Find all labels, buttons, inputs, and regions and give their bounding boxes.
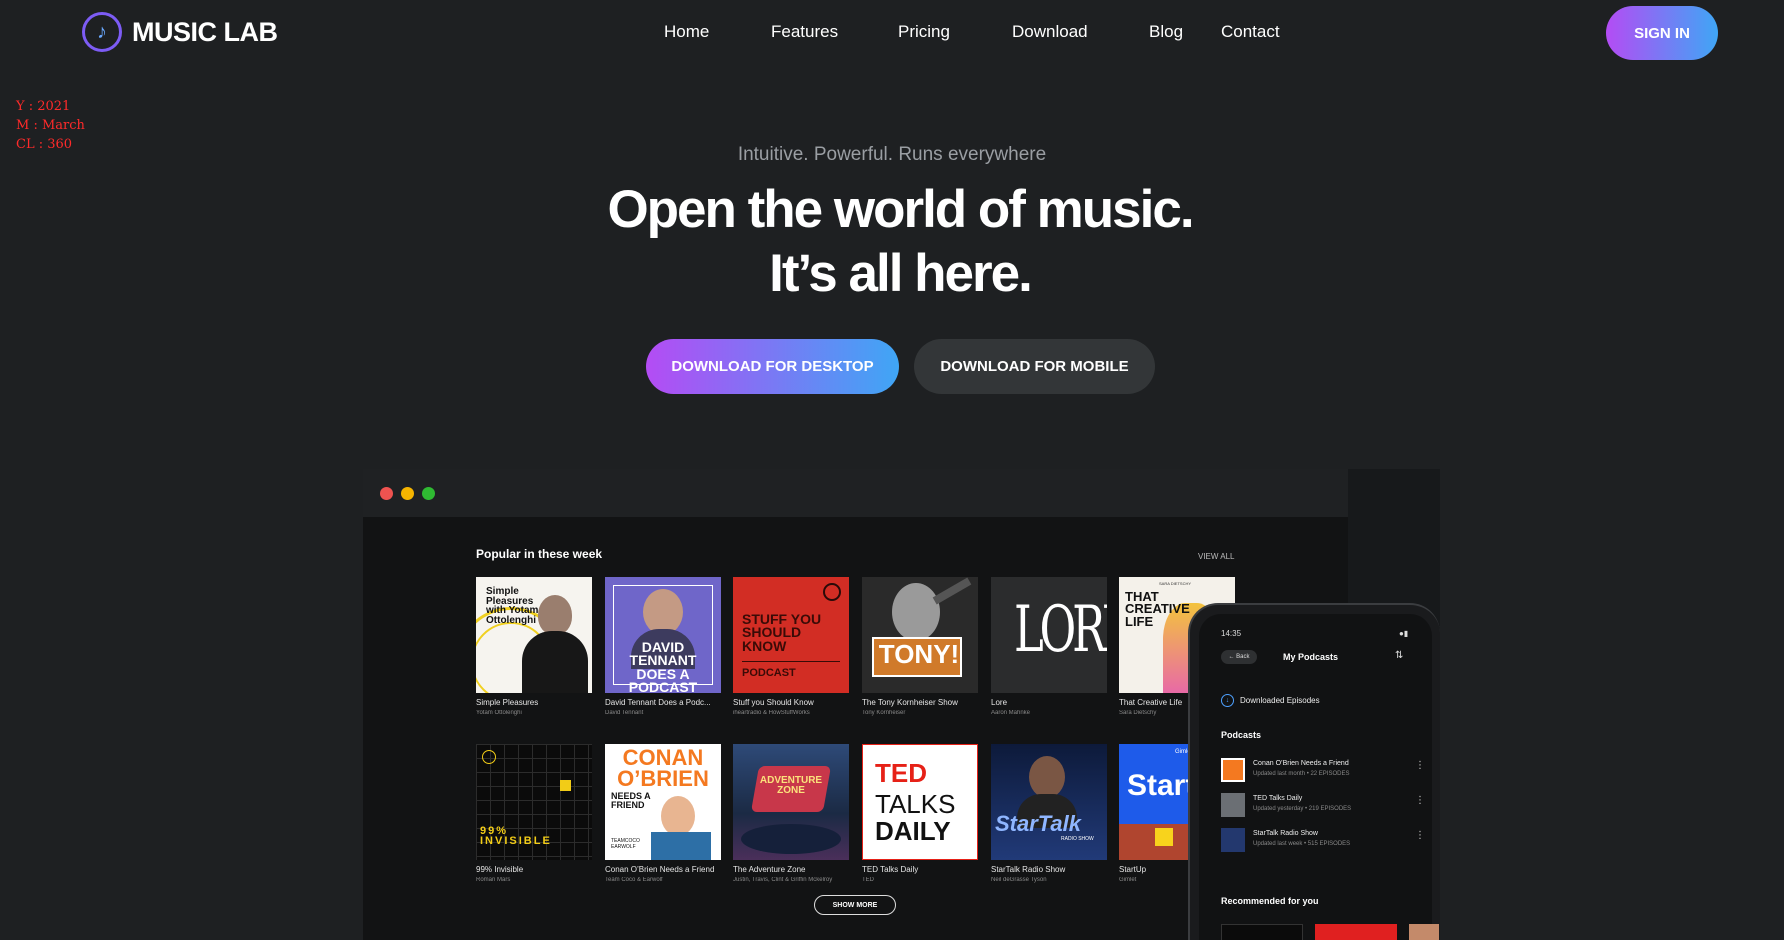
podcast-card[interactable]: CONAN O’BRIEN NEEDS A FRIEND TEAMCOCO EA…: [605, 744, 721, 883]
close-dot-icon: [380, 487, 393, 500]
status-icons: ●▮: [1399, 629, 1409, 638]
card-title: Conan O’Brien Needs a Friend: [605, 865, 715, 874]
more-vertical-icon[interactable]: ⋮: [1415, 760, 1425, 771]
phone-time: 14:35: [1221, 629, 1242, 638]
cover-david-tennant: DAVID TENNANT DOES A PODCAST WITH...: [605, 577, 721, 693]
phone-mockup: 14:35 ●▮ ← Back My Podcasts ⇅ ↓ Download…: [1188, 603, 1440, 940]
phone-title: My Podcasts: [1283, 652, 1339, 662]
download-icon: ↓: [1221, 694, 1234, 707]
podcast-card[interactable]: StarTalk RADIO SHOW StarTalk Radio Show …: [991, 744, 1107, 883]
music-note-icon: ♪: [82, 12, 122, 52]
card-author: Justin, Travis, Clint & Griffin Mckelroy: [733, 877, 833, 883]
recommended-heading: Recommended for you: [1221, 896, 1319, 906]
card-author: David Tennant: [605, 710, 644, 716]
hero-title-line2: It’s all here.: [769, 244, 1033, 303]
annotation-month: M : March: [16, 118, 85, 133]
card-title: Simple Pleasures: [476, 698, 539, 707]
podcast-thumb: [1221, 758, 1245, 782]
card-author: iheartradio & HowStuffWorks: [733, 710, 810, 716]
podcast-card[interactable]: TONY! The Tony Kornheiser Show Tony Korn…: [862, 577, 978, 716]
podcast-card[interactable]: LORE Lore Aaron Mahnke: [991, 577, 1107, 716]
arrow-left-icon: ←: [1228, 654, 1237, 660]
card-title: TED Talks Daily: [862, 865, 919, 874]
podcast-thumb: [1221, 828, 1245, 852]
card-title: StarTalk Radio Show: [991, 865, 1066, 874]
card-author: Aaron Mahnke: [991, 710, 1031, 716]
nav-features[interactable]: Features: [771, 22, 838, 42]
cover-lore: LORE: [991, 577, 1107, 693]
annotation-year: Y : 2021: [16, 99, 71, 114]
maximize-dot-icon: [422, 487, 435, 500]
cover-adventure-zone: ADVENTURE ZONE: [733, 744, 849, 860]
recommended-thumb[interactable]: [1409, 924, 1439, 940]
show-more-button[interactable]: SHOW MORE: [814, 895, 896, 915]
download-mobile-button[interactable]: DOWNLOAD FOR MOBILE: [914, 339, 1155, 394]
brand-logo[interactable]: ♪ MUSIC LAB: [82, 12, 278, 52]
minimize-dot-icon: [401, 487, 414, 500]
nav-blog[interactable]: Blog: [1149, 22, 1183, 42]
card-author: Team Coco & Earwolf: [605, 877, 663, 883]
hero-subtitle: Intuitive. Powerful. Runs everywhere: [737, 144, 1047, 165]
window-titlebar: [363, 469, 1348, 517]
nav-home[interactable]: Home: [664, 22, 709, 42]
card-title: The Adventure Zone: [733, 865, 806, 874]
card-author: TED: [862, 877, 874, 883]
podcast-list-item[interactable]: TED Talks Daily Updated yesterday • 219 …: [1221, 793, 1425, 821]
podcast-card[interactable]: Simple Pleasures with Yotam Ottolenghi S…: [476, 577, 592, 716]
more-vertical-icon[interactable]: ⋮: [1415, 830, 1425, 841]
brand-name: MUSIC LAB: [132, 16, 278, 47]
download-desktop-button[interactable]: DOWNLOAD FOR DESKTOP: [646, 339, 899, 394]
card-title: 99% Invisible: [476, 865, 524, 874]
section-title: Popular in these week: [476, 547, 603, 561]
sign-in-button[interactable]: SIGN IN: [1606, 6, 1718, 60]
cover-startalk: StarTalk RADIO SHOW: [991, 744, 1107, 860]
phone-screen: 14:35 ●▮ ← Back My Podcasts ⇅ ↓ Download…: [1199, 614, 1439, 940]
downloaded-episodes-link[interactable]: Downloaded Episodes: [1240, 696, 1320, 705]
podcasts-heading: Podcasts: [1221, 730, 1262, 740]
more-vertical-icon[interactable]: ⋮: [1415, 795, 1425, 806]
podcast-list-item[interactable]: StarTalk Radio Show Updated last week • …: [1221, 828, 1425, 856]
cover-conan: CONAN O’BRIEN NEEDS A FRIEND TEAMCOCO EA…: [605, 744, 721, 860]
top-navigation: ♪ MUSIC LAB Home Features Pricing Downlo…: [0, 0, 1784, 64]
podcast-thumb: [1221, 793, 1245, 817]
podcast-card[interactable]: ADVENTURE ZONE The Adventure Zone Justin…: [733, 744, 849, 883]
view-all-link[interactable]: VIEW ALL: [1198, 552, 1234, 561]
sort-icon[interactable]: ⇅: [1395, 650, 1403, 661]
podcast-card[interactable]: STUFF YOU SHOULD KNOW PODCAST Stuff you …: [733, 577, 849, 716]
card-author: Neil deGrasse Tyson: [991, 877, 1047, 883]
recommended-thumb[interactable]: [1221, 924, 1303, 940]
nav-pricing[interactable]: Pricing: [898, 22, 950, 42]
cover-ted-talks-daily: TED TALKS DAILY: [862, 744, 978, 860]
nav-contact[interactable]: Contact: [1221, 22, 1280, 42]
card-title: David Tennant Does a Podc...: [605, 698, 711, 707]
hero-title-line1: Open the world of music.: [607, 180, 1194, 239]
card-author: Roman Mars: [476, 877, 511, 883]
card-author: Tony Kornheiser: [862, 710, 906, 716]
podcast-card[interactable]: TED TALKS DAILY TED Talks Daily TED: [862, 744, 978, 883]
card-title: Stuff you Should Know: [733, 698, 814, 707]
cover-99-invisible: 99% INVISIBLE: [476, 744, 592, 860]
cover-tony-kornheiser: TONY!: [862, 577, 978, 693]
card-author: Yotam Ottolenghi: [476, 710, 522, 716]
podcast-card[interactable]: 99% INVISIBLE 99% Invisible Roman Mars: [476, 744, 592, 883]
podcast-card[interactable]: DAVID TENNANT DOES A PODCAST WITH... Dav…: [605, 577, 721, 716]
podcast-list-item[interactable]: Conan O’Brien Needs a Friend Updated las…: [1221, 758, 1425, 786]
cover-stuff-you-should-know: STUFF YOU SHOULD KNOW PODCAST: [733, 577, 849, 693]
cover-simple-pleasures: Simple Pleasures with Yotam Ottolenghi: [476, 577, 592, 693]
recommended-thumb[interactable]: [1315, 924, 1397, 940]
back-button[interactable]: ← Back: [1221, 650, 1257, 664]
hero-title: Open the world of music. It’s all here.: [0, 178, 1784, 306]
card-title: Lore: [991, 698, 1008, 707]
card-title: The Tony Kornheiser Show: [862, 698, 958, 707]
nav-download[interactable]: Download: [1012, 22, 1088, 42]
